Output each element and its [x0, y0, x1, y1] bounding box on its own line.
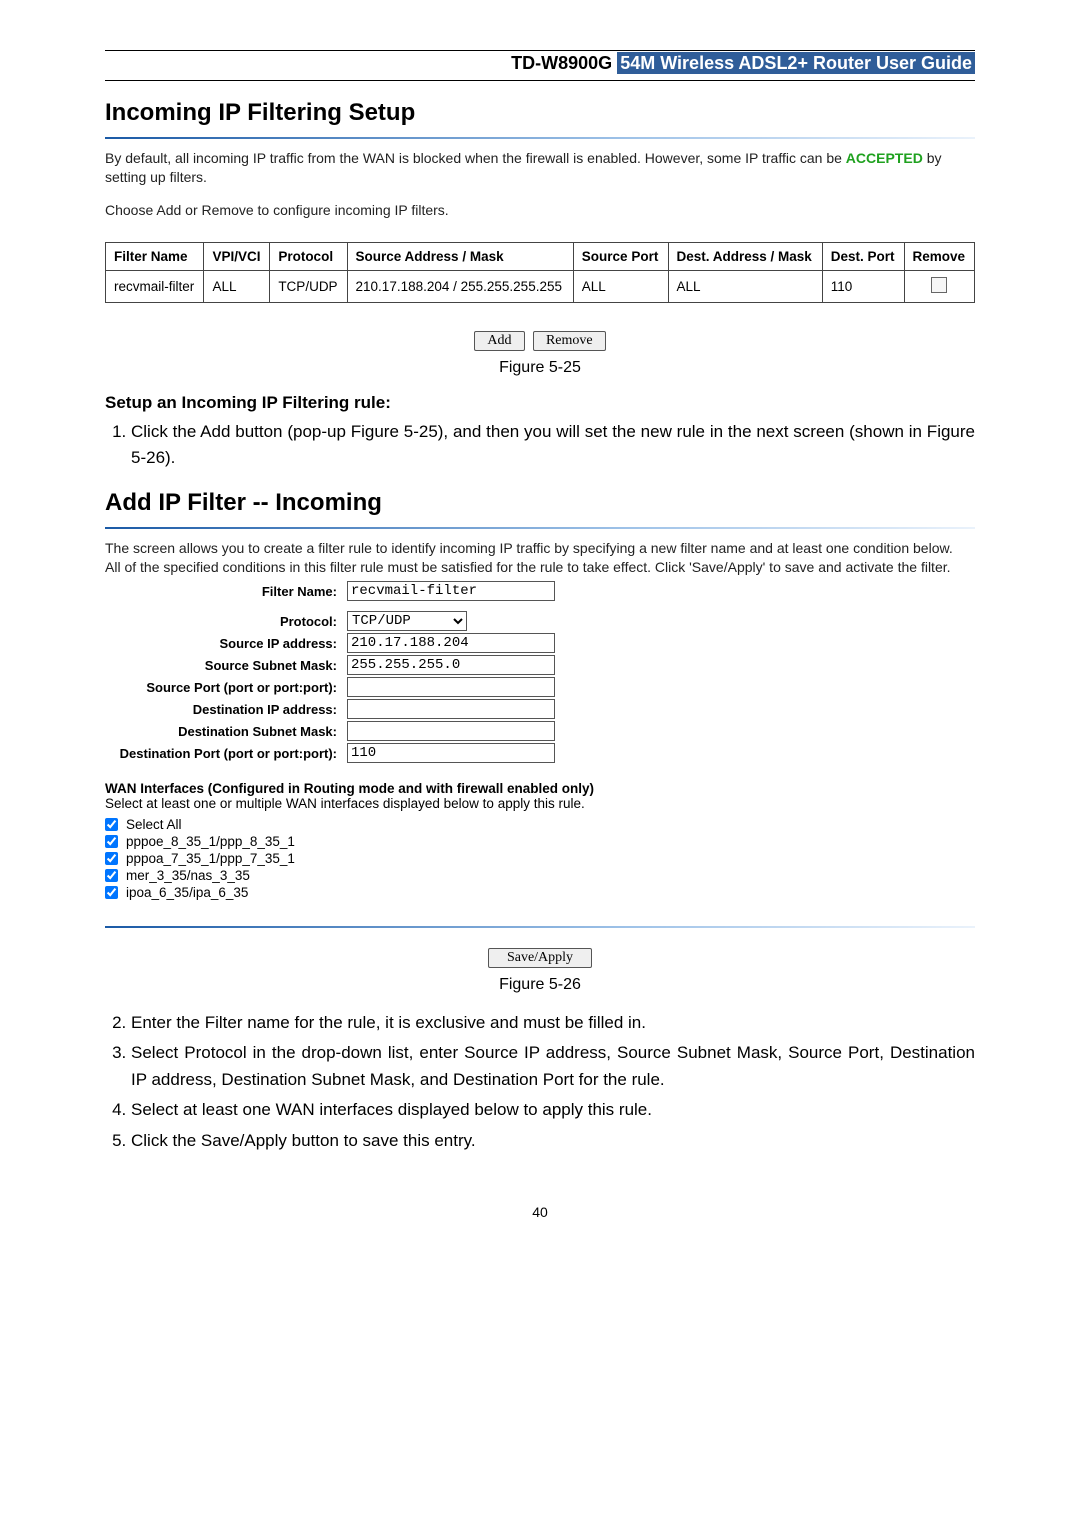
page-header: TD-W8900G 54M Wireless ADSL2+ Router Use… [105, 51, 975, 81]
td-vpivci: ALL [204, 270, 270, 302]
input-src-ip[interactable] [347, 633, 555, 653]
divider [105, 527, 975, 529]
td-src-port: ALL [573, 270, 668, 302]
s3-c1: , [606, 1043, 617, 1062]
s3-c3: , [879, 1043, 890, 1062]
accepted-word: ACCEPTED [846, 150, 923, 166]
step-4: Select at least one WAN interfaces displ… [131, 1097, 975, 1123]
step-5: Click the Save/Apply button to save this… [131, 1128, 975, 1154]
fig26-desc1: The screen allows you to create a filter… [105, 539, 975, 558]
interface-label: mer_3_35/nas_3_35 [126, 868, 250, 883]
header-model: TD-W8900G [511, 53, 612, 73]
fig25-title: Incoming IP Filtering Setup [105, 99, 975, 131]
s3-b2: Source IP address [464, 1043, 606, 1062]
input-src-port[interactable] [347, 677, 555, 697]
label-dst-ip: Destination IP address: [105, 702, 347, 717]
fig26-desc2: All of the specified conditions in this … [105, 558, 975, 577]
label-protocol: Protocol: [105, 614, 347, 629]
s3-b1: Protocol [184, 1043, 246, 1062]
setup-heading: Setup an Incoming IP Filtering rule: [105, 393, 975, 413]
s3-b4: Source Port [788, 1043, 879, 1062]
checkbox-interface[interactable] [105, 886, 118, 899]
fig25-caption: Figure 5-25 [105, 359, 975, 377]
td-filter-name: recvmail-filter [106, 270, 204, 302]
s3-mid1: in the drop-down list, enter [247, 1043, 465, 1062]
select-protocol[interactable]: TCP/UDP [347, 611, 467, 631]
interface-label: pppoa_7_35_1/ppp_7_35_1 [126, 851, 295, 866]
th-protocol: Protocol [270, 242, 347, 270]
s3-b6: Destination Subnet Mask [221, 1070, 410, 1089]
s3-c5: , and [410, 1070, 453, 1089]
step1-pre: Click the [131, 422, 200, 441]
figure-5-25: Incoming IP Filtering Setup By default, … [105, 99, 975, 351]
th-src-port: Source Port [573, 242, 668, 270]
step-3: Select Protocol in the drop-down list, e… [131, 1040, 975, 1093]
s3-c4: , [212, 1070, 221, 1089]
th-src-addr: Source Address / Mask [347, 242, 573, 270]
remove-checkbox[interactable] [931, 277, 947, 293]
interface-label: ipoa_6_35/ipa_6_35 [126, 885, 248, 900]
s3-pre: Select [131, 1043, 184, 1062]
input-dst-port[interactable] [347, 743, 555, 763]
step-2: Enter the Filter name for the rule, it i… [131, 1010, 975, 1036]
td-dst-addr: ALL [668, 270, 822, 302]
fig26-title: Add IP Filter -- Incoming [105, 489, 975, 521]
figure-5-26: Add IP Filter -- Incoming The screen all… [105, 489, 975, 968]
s3-b7: Destination Port [453, 1070, 574, 1089]
s3-c2: , [777, 1043, 788, 1062]
s2-b: Filter name [205, 1013, 290, 1032]
fig25-line2: Choose Add or Remove to configure incomi… [105, 201, 975, 220]
label-filter-name: Filter Name: [105, 584, 347, 599]
header-title: 54M Wireless ADSL2+ Router User Guide [617, 52, 975, 74]
input-filter-name[interactable] [347, 581, 555, 601]
interface-label: Select All [126, 817, 182, 832]
td-protocol: TCP/UDP [270, 270, 347, 302]
fig25-intro-pre: By default, all incoming IP traffic from… [105, 150, 846, 166]
checkbox-select-all[interactable] [105, 818, 118, 831]
input-src-mask[interactable] [347, 655, 555, 675]
label-src-mask: Source Subnet Mask: [105, 658, 347, 673]
td-dst-port: 110 [822, 270, 904, 302]
step1-post: button (pop-up Figure 5-25), and then yo… [131, 422, 975, 467]
th-remove: Remove [904, 242, 974, 270]
interface-label: pppoe_8_35_1/ppp_8_35_1 [126, 834, 295, 849]
input-dst-mask[interactable] [347, 721, 555, 741]
step1-bold: Add [200, 422, 230, 441]
checkbox-interface[interactable] [105, 869, 118, 882]
s3-post: for the rule. [574, 1070, 665, 1089]
s2-pre: Enter the [131, 1013, 205, 1032]
save-apply-button[interactable]: Save/Apply [488, 948, 592, 968]
s5-post: button to save this entry. [287, 1131, 476, 1150]
table-row: recvmail-filter ALL TCP/UDP 210.17.188.2… [106, 270, 975, 302]
fig25-intro: By default, all incoming IP traffic from… [105, 149, 975, 187]
th-dst-addr: Dest. Address / Mask [668, 242, 822, 270]
td-remove [904, 270, 974, 302]
input-dst-ip[interactable] [347, 699, 555, 719]
checkbox-interface[interactable] [105, 835, 118, 848]
step-1: Click the Add button (pop-up Figure 5-25… [131, 419, 975, 472]
s5-b: Save/Apply [201, 1131, 287, 1150]
divider [105, 137, 975, 139]
divider [105, 926, 975, 928]
s3-b3: Source Subnet Mask [617, 1043, 777, 1062]
s5-pre: Click the [131, 1131, 201, 1150]
th-vpivci: VPI/VCI [204, 242, 270, 270]
filter-table: Filter Name VPI/VCI Protocol Source Addr… [105, 242, 975, 303]
label-dst-port: Destination Port (port or port:port): [105, 746, 347, 761]
remove-button[interactable]: Remove [533, 331, 606, 351]
th-dst-port: Dest. Port [822, 242, 904, 270]
label-src-ip: Source IP address: [105, 636, 347, 651]
fig26-caption: Figure 5-26 [105, 976, 975, 994]
s2-post: for the rule, it is exclusive and must b… [290, 1013, 646, 1032]
wan-interfaces-title: WAN Interfaces (Configured in Routing mo… [105, 781, 975, 796]
page-number: 40 [105, 1204, 975, 1220]
checkbox-interface[interactable] [105, 852, 118, 865]
label-dst-mask: Destination Subnet Mask: [105, 724, 347, 739]
add-button[interactable]: Add [474, 331, 524, 351]
label-src-port: Source Port (port or port:port): [105, 680, 347, 695]
wan-interfaces-desc: Select at least one or multiple WAN inte… [105, 796, 975, 811]
th-filter-name: Filter Name [106, 242, 204, 270]
td-src-addr: 210.17.188.204 / 255.255.255.255 [347, 270, 573, 302]
